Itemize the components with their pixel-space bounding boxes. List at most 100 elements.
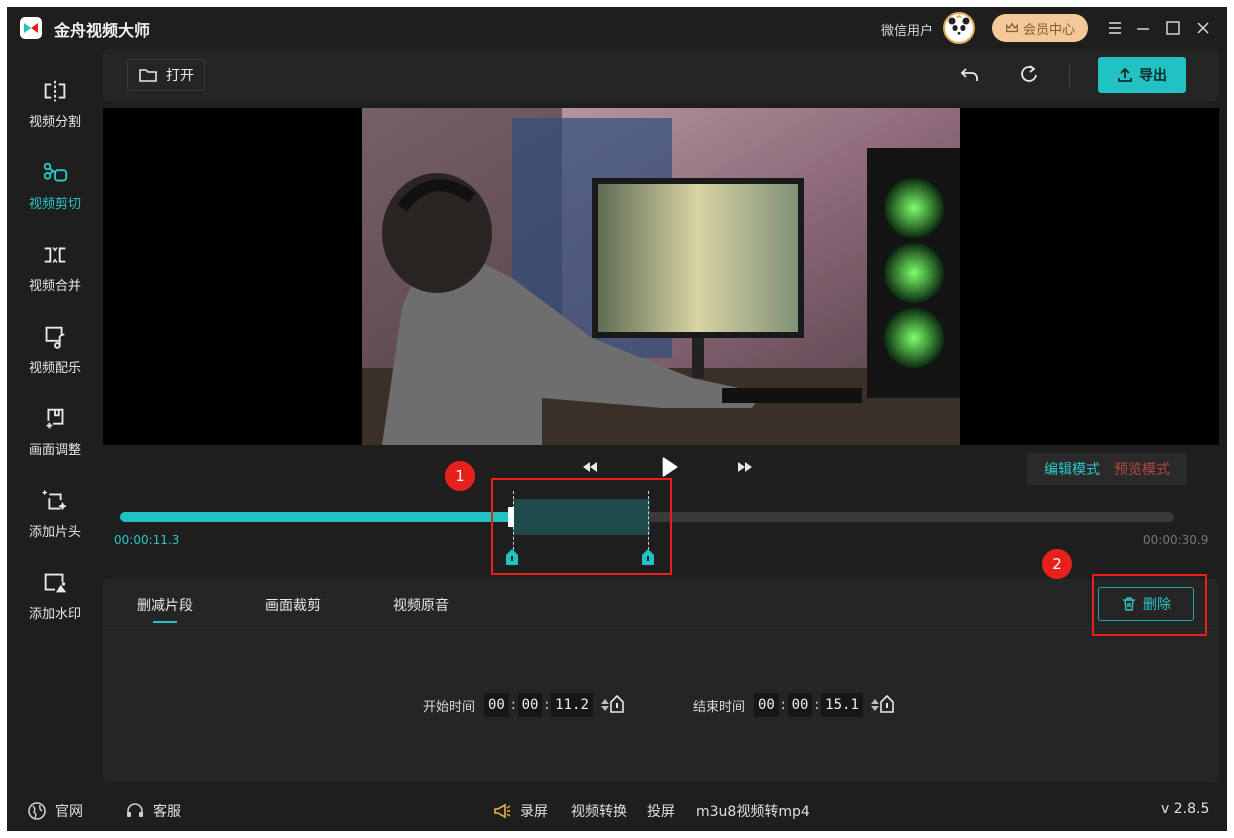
sidebar-item-label: 添加片头: [28, 525, 81, 540]
app-logo-icon: [20, 17, 42, 39]
rewind-button[interactable]: [578, 455, 602, 479]
active-tab-indicator: [153, 621, 177, 623]
close-icon: [1197, 22, 1209, 34]
screen-cast-link[interactable]: 投屏: [647, 801, 675, 821]
split-icon: [37, 73, 73, 109]
start-minutes[interactable]: 00: [517, 693, 543, 717]
sidebar-item-watermark[interactable]: 添加水印: [7, 553, 103, 633]
maximize-button[interactable]: [1160, 15, 1186, 41]
forward-button[interactable]: [733, 455, 757, 479]
video-frame: [362, 108, 960, 445]
support-link[interactable]: 客服: [125, 801, 181, 821]
mode-toggle: 编辑模式 预览模式: [1027, 453, 1187, 485]
toolbar-divider: [1069, 65, 1070, 87]
video-preview[interactable]: [103, 108, 1219, 445]
start-time-stepper[interactable]: [600, 699, 609, 711]
sidebar-item-label: 画面调整: [28, 443, 81, 458]
website-link[interactable]: 官网: [27, 801, 83, 821]
play-button[interactable]: [657, 455, 681, 479]
sidebar-item-cut[interactable]: 视频剪切: [7, 143, 103, 223]
open-button[interactable]: 打开: [127, 59, 205, 91]
sidebar-item-split[interactable]: 视频分割: [7, 61, 103, 141]
vip-center-button[interactable]: 会员中心: [992, 14, 1088, 42]
annotation-box-segment: [491, 478, 672, 575]
undo-icon[interactable]: [958, 63, 982, 87]
avatar[interactable]: [943, 12, 975, 44]
sidebar-item-label: 视频配乐: [28, 361, 81, 376]
upload-icon: [1118, 67, 1132, 82]
menu-button[interactable]: [1102, 15, 1128, 41]
app-title: 金舟视频大师: [54, 21, 151, 40]
status-bar: 官网 客服 录屏 视频转换 投屏 m3u8视频转mp4 v 2.8.5: [7, 789, 1227, 831]
redo-icon[interactable]: [1017, 63, 1041, 87]
sidebar-item-label: 视频剪切: [28, 197, 81, 212]
tab-crop[interactable]: 画面裁剪: [265, 595, 321, 615]
end-minutes[interactable]: 00: [787, 693, 813, 717]
chevron-down-icon: [870, 706, 879, 711]
end-time-stepper[interactable]: [870, 699, 879, 711]
open-button-label: 打开: [166, 68, 194, 84]
total-time: 00:00:30.9: [1143, 533, 1209, 547]
headset-icon: [127, 803, 143, 817]
sidebar: 视频分割 视频剪切 视频合并 视频配乐 画面调整 添加片头 添加水印: [7, 49, 103, 789]
megaphone-icon: [494, 803, 511, 819]
record-screen-link[interactable]: 录屏: [492, 801, 548, 821]
annotation-box-delete: [1092, 574, 1207, 636]
rewind-icon: [583, 462, 597, 472]
sidebar-item-intro[interactable]: 添加片头: [7, 471, 103, 551]
time-separator: :: [510, 697, 516, 713]
watermark-icon: [37, 565, 73, 601]
user-name[interactable]: 微信用户: [881, 20, 933, 39]
sidebar-item-merge[interactable]: 视频合并: [7, 225, 103, 305]
start-time-input[interactable]: 00 : 00 : 11.2: [484, 691, 609, 719]
start-hours[interactable]: 00: [484, 693, 509, 717]
time-separator: :: [544, 697, 550, 713]
maximize-icon: [1166, 21, 1180, 35]
support-label: 客服: [153, 804, 181, 820]
m3u8-convert-link[interactable]: m3u8视频转mp4: [696, 801, 810, 821]
toolbar: 打开 导出: [103, 49, 1219, 101]
preview-mode-tab[interactable]: 预览模式: [1114, 459, 1170, 479]
end-hours[interactable]: 00: [754, 693, 779, 717]
sidebar-item-adjust[interactable]: 画面调整: [7, 389, 103, 469]
record-screen-label: 录屏: [520, 804, 548, 820]
current-time: 00:00:11.3: [114, 533, 180, 547]
end-time-input[interactable]: 00 : 00 : 15.1: [754, 691, 879, 719]
play-icon: [662, 457, 678, 477]
minimize-button[interactable]: [1130, 15, 1156, 41]
timeline-progress: [120, 512, 515, 522]
start-seconds[interactable]: 11.2: [551, 693, 593, 717]
end-seconds[interactable]: 15.1: [821, 693, 863, 717]
end-time-label: 结束时间: [693, 700, 746, 715]
folder-icon: [139, 69, 157, 82]
intro-icon: [37, 483, 73, 519]
title-bar: 金舟视频大师 微信用户 会员中心: [7, 7, 1227, 49]
time-separator: :: [780, 697, 786, 713]
sidebar-item-label: 视频合并: [28, 279, 81, 294]
globe-icon: [28, 802, 46, 820]
tab-original-audio[interactable]: 视频原音: [393, 595, 449, 615]
end-marker-icon[interactable]: [880, 695, 894, 713]
start-time-label: 开始时间: [423, 700, 476, 715]
app-window: 金舟视频大师 微信用户 会员中心 视频分割 视频剪切 视频合并 视频配乐 画面调…: [7, 7, 1227, 831]
merge-icon: [37, 237, 73, 273]
start-marker-icon[interactable]: [610, 695, 624, 713]
sidebar-item-label: 视频分割: [28, 115, 81, 130]
tab-trim-segment[interactable]: 删减片段: [137, 595, 193, 615]
edit-panel: 删减片段 画面裁剪 视频原音 删除 开始时间 00 : 00 : 11.2 结束…: [103, 579, 1219, 782]
menu-icon: [1109, 22, 1121, 34]
chevron-down-icon: [600, 706, 609, 711]
edit-mode-tab[interactable]: 编辑模式: [1044, 459, 1100, 479]
chevron-up-icon: [600, 699, 609, 704]
time-separator: :: [814, 697, 820, 713]
minimize-icon: [1137, 28, 1149, 30]
close-button[interactable]: [1190, 15, 1216, 41]
sidebar-item-music[interactable]: 视频配乐: [7, 307, 103, 387]
annotation-callout-2: 2: [1042, 549, 1072, 579]
panel-tabs: 删减片段 画面裁剪 视频原音 删除: [103, 579, 1219, 628]
scissors-icon: [37, 155, 73, 191]
chevron-up-icon: [870, 699, 879, 704]
vip-center-label: 会员中心: [1022, 22, 1075, 38]
video-convert-link[interactable]: 视频转换: [571, 801, 627, 821]
export-button[interactable]: 导出: [1098, 57, 1186, 93]
